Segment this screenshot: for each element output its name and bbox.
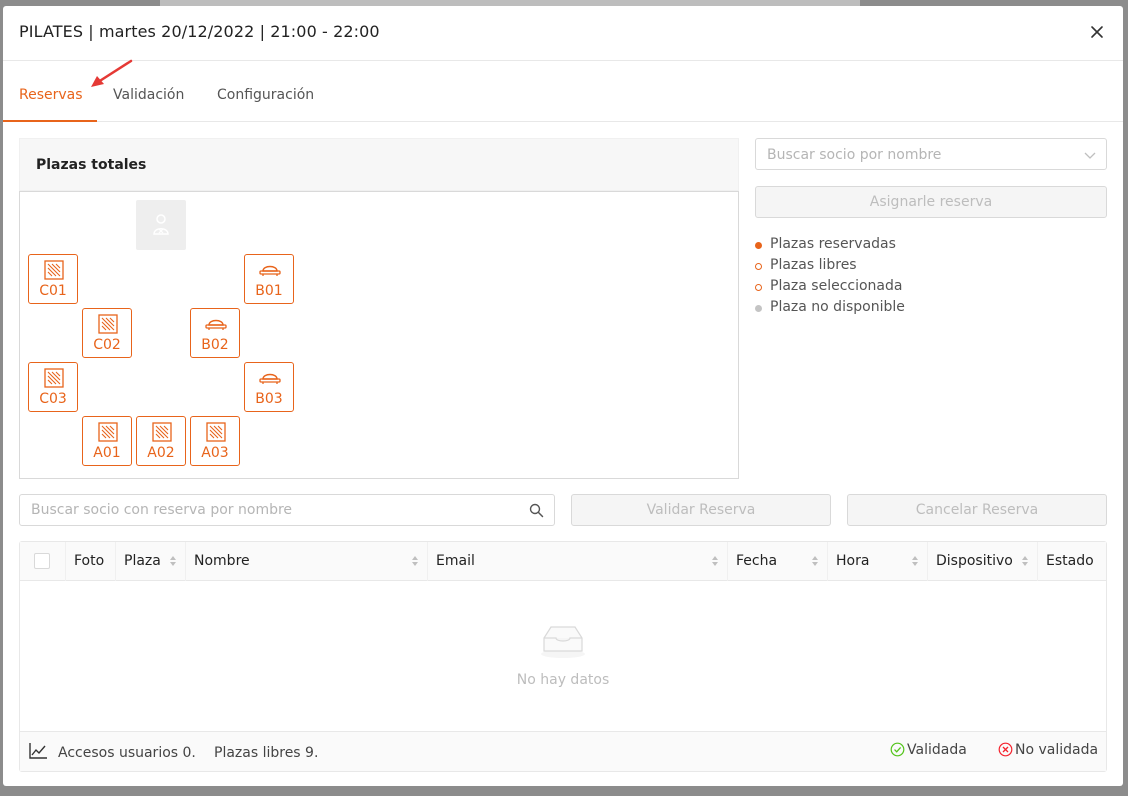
seat-label: B03	[255, 391, 283, 407]
legend-dot	[755, 242, 762, 249]
x-circle-icon	[998, 742, 1013, 757]
validate-reservation-button[interactable]: Validar Reserva	[571, 494, 831, 526]
close-icon	[1091, 26, 1103, 38]
seat-b03[interactable]: B03	[244, 362, 294, 412]
mat-icon	[152, 422, 172, 442]
seat-label: B01	[255, 283, 283, 299]
seat-a02[interactable]: A02	[136, 416, 186, 466]
reformer-icon	[259, 265, 281, 276]
column-fecha[interactable]: Fecha	[728, 542, 828, 581]
tab-configuracion[interactable]: Configuración	[217, 87, 314, 103]
sort-icon	[170, 556, 176, 566]
column-foto: Foto	[66, 542, 116, 581]
modal-title: PILATES | martes 20/12/2022 | 21:00 - 22…	[19, 22, 380, 41]
legend-label: Plaza seleccionada	[770, 278, 903, 294]
column-nombre[interactable]: Nombre	[186, 542, 428, 581]
seat-map: C01 C02 C03 B01 B02 B03 A01 A02 A03	[19, 191, 739, 479]
cancel-reservation-button[interactable]: Cancelar Reserva	[847, 494, 1107, 526]
plazas-panel: Plazas totales C01 C02 C03 B01 B02 B03 A…	[19, 138, 739, 479]
active-tab-indicator	[3, 120, 97, 122]
reservation-search	[19, 494, 555, 526]
instructor-icon	[153, 214, 169, 235]
column-label: Nombre	[194, 553, 250, 569]
status-label: No validada	[1015, 742, 1099, 758]
sort-icon	[1022, 556, 1028, 566]
column-label: Email	[436, 553, 475, 569]
empty-text: No hay datos	[516, 672, 610, 688]
tab-bar: Reservas Validación Configuración	[3, 61, 1123, 122]
table-footer: Accesos usuarios 0. Plazas libres 9. Val…	[20, 731, 1106, 771]
column-label: Plaza	[124, 553, 161, 569]
seat-c01[interactable]: C01	[28, 254, 78, 304]
table-header: Foto Plaza Nombre Email Fecha Hora Dispo…	[20, 542, 1106, 581]
tab-reservas[interactable]: Reservas	[19, 87, 83, 103]
instructor-spot	[136, 200, 186, 250]
status-no-validada: No validada	[998, 742, 1098, 758]
legend-label: Plaza no disponible	[770, 299, 905, 315]
reformer-icon	[205, 319, 227, 330]
legend-label: Plazas libres	[770, 257, 857, 273]
seat-label: C02	[93, 337, 121, 353]
assign-reservation-button[interactable]: Asignarle reserva	[755, 186, 1107, 218]
seat-label: A03	[201, 445, 229, 461]
column-email[interactable]: Email	[428, 542, 728, 581]
legend-dot	[755, 263, 762, 270]
reformer-icon	[259, 373, 281, 384]
select-all-cell	[20, 542, 66, 581]
reservation-search-input[interactable]	[20, 495, 520, 525]
column-hora[interactable]: Hora	[828, 542, 928, 581]
status-validada: Validada	[890, 742, 967, 758]
column-label: Fecha	[736, 553, 778, 569]
column-label: Dispositivo	[936, 553, 1013, 569]
mat-icon	[44, 260, 64, 280]
mat-icon	[206, 422, 226, 442]
seat-label: C01	[39, 283, 67, 299]
chevron-down-icon	[1084, 152, 1096, 159]
column-estado: Estado	[1038, 542, 1106, 581]
seat-a03[interactable]: A03	[190, 416, 240, 466]
legend-dot	[755, 284, 762, 291]
plazas-header: Plazas totales	[19, 138, 739, 191]
seat-label: A01	[93, 445, 121, 461]
member-select-placeholder: Buscar socio por nombre	[767, 147, 942, 163]
empty-state: No hay datos	[20, 582, 1106, 731]
seat-label: C03	[39, 391, 67, 407]
sort-icon	[912, 556, 918, 566]
reservation-modal: PILATES | martes 20/12/2022 | 21:00 - 22…	[3, 6, 1123, 786]
check-circle-icon	[890, 742, 905, 757]
close-button[interactable]	[1085, 20, 1109, 44]
accesos-usuarios: Accesos usuarios 0.	[58, 745, 196, 761]
empty-inbox-icon	[541, 626, 585, 658]
seat-label: B02	[201, 337, 229, 353]
mat-icon	[44, 368, 64, 388]
sort-icon	[712, 556, 718, 566]
seat-c03[interactable]: C03	[28, 362, 78, 412]
seat-c02[interactable]: C02	[82, 308, 132, 358]
column-plaza[interactable]: Plaza	[116, 542, 186, 581]
member-select[interactable]: Buscar socio por nombre	[755, 138, 1107, 170]
select-all-checkbox[interactable]	[34, 553, 50, 569]
column-dispositivo[interactable]: Dispositivo	[928, 542, 1038, 581]
mat-icon	[98, 314, 118, 334]
legend-label: Plazas reservadas	[770, 236, 896, 252]
modal-header: PILATES | martes 20/12/2022 | 21:00 - 22…	[3, 6, 1123, 61]
plazas-libres: Plazas libres 9.	[214, 745, 319, 761]
seat-label: A02	[147, 445, 175, 461]
column-label: Hora	[836, 553, 870, 569]
line-chart-icon	[29, 743, 47, 759]
reservations-table: Foto Plaza Nombre Email Fecha Hora Dispo…	[19, 541, 1107, 772]
plazas-title: Plazas totales	[36, 157, 147, 173]
sort-icon	[812, 556, 818, 566]
sort-icon	[412, 556, 418, 566]
red-arrow-annotation	[91, 59, 133, 87]
seat-b01[interactable]: B01	[244, 254, 294, 304]
legend-dot	[755, 305, 762, 312]
column-label: Foto	[74, 553, 105, 569]
status-label: Validada	[907, 742, 967, 758]
column-label: Estado	[1046, 553, 1094, 569]
mat-icon	[98, 422, 118, 442]
seat-a01[interactable]: A01	[82, 416, 132, 466]
search-icon[interactable]	[529, 503, 544, 518]
seat-b02[interactable]: B02	[190, 308, 240, 358]
